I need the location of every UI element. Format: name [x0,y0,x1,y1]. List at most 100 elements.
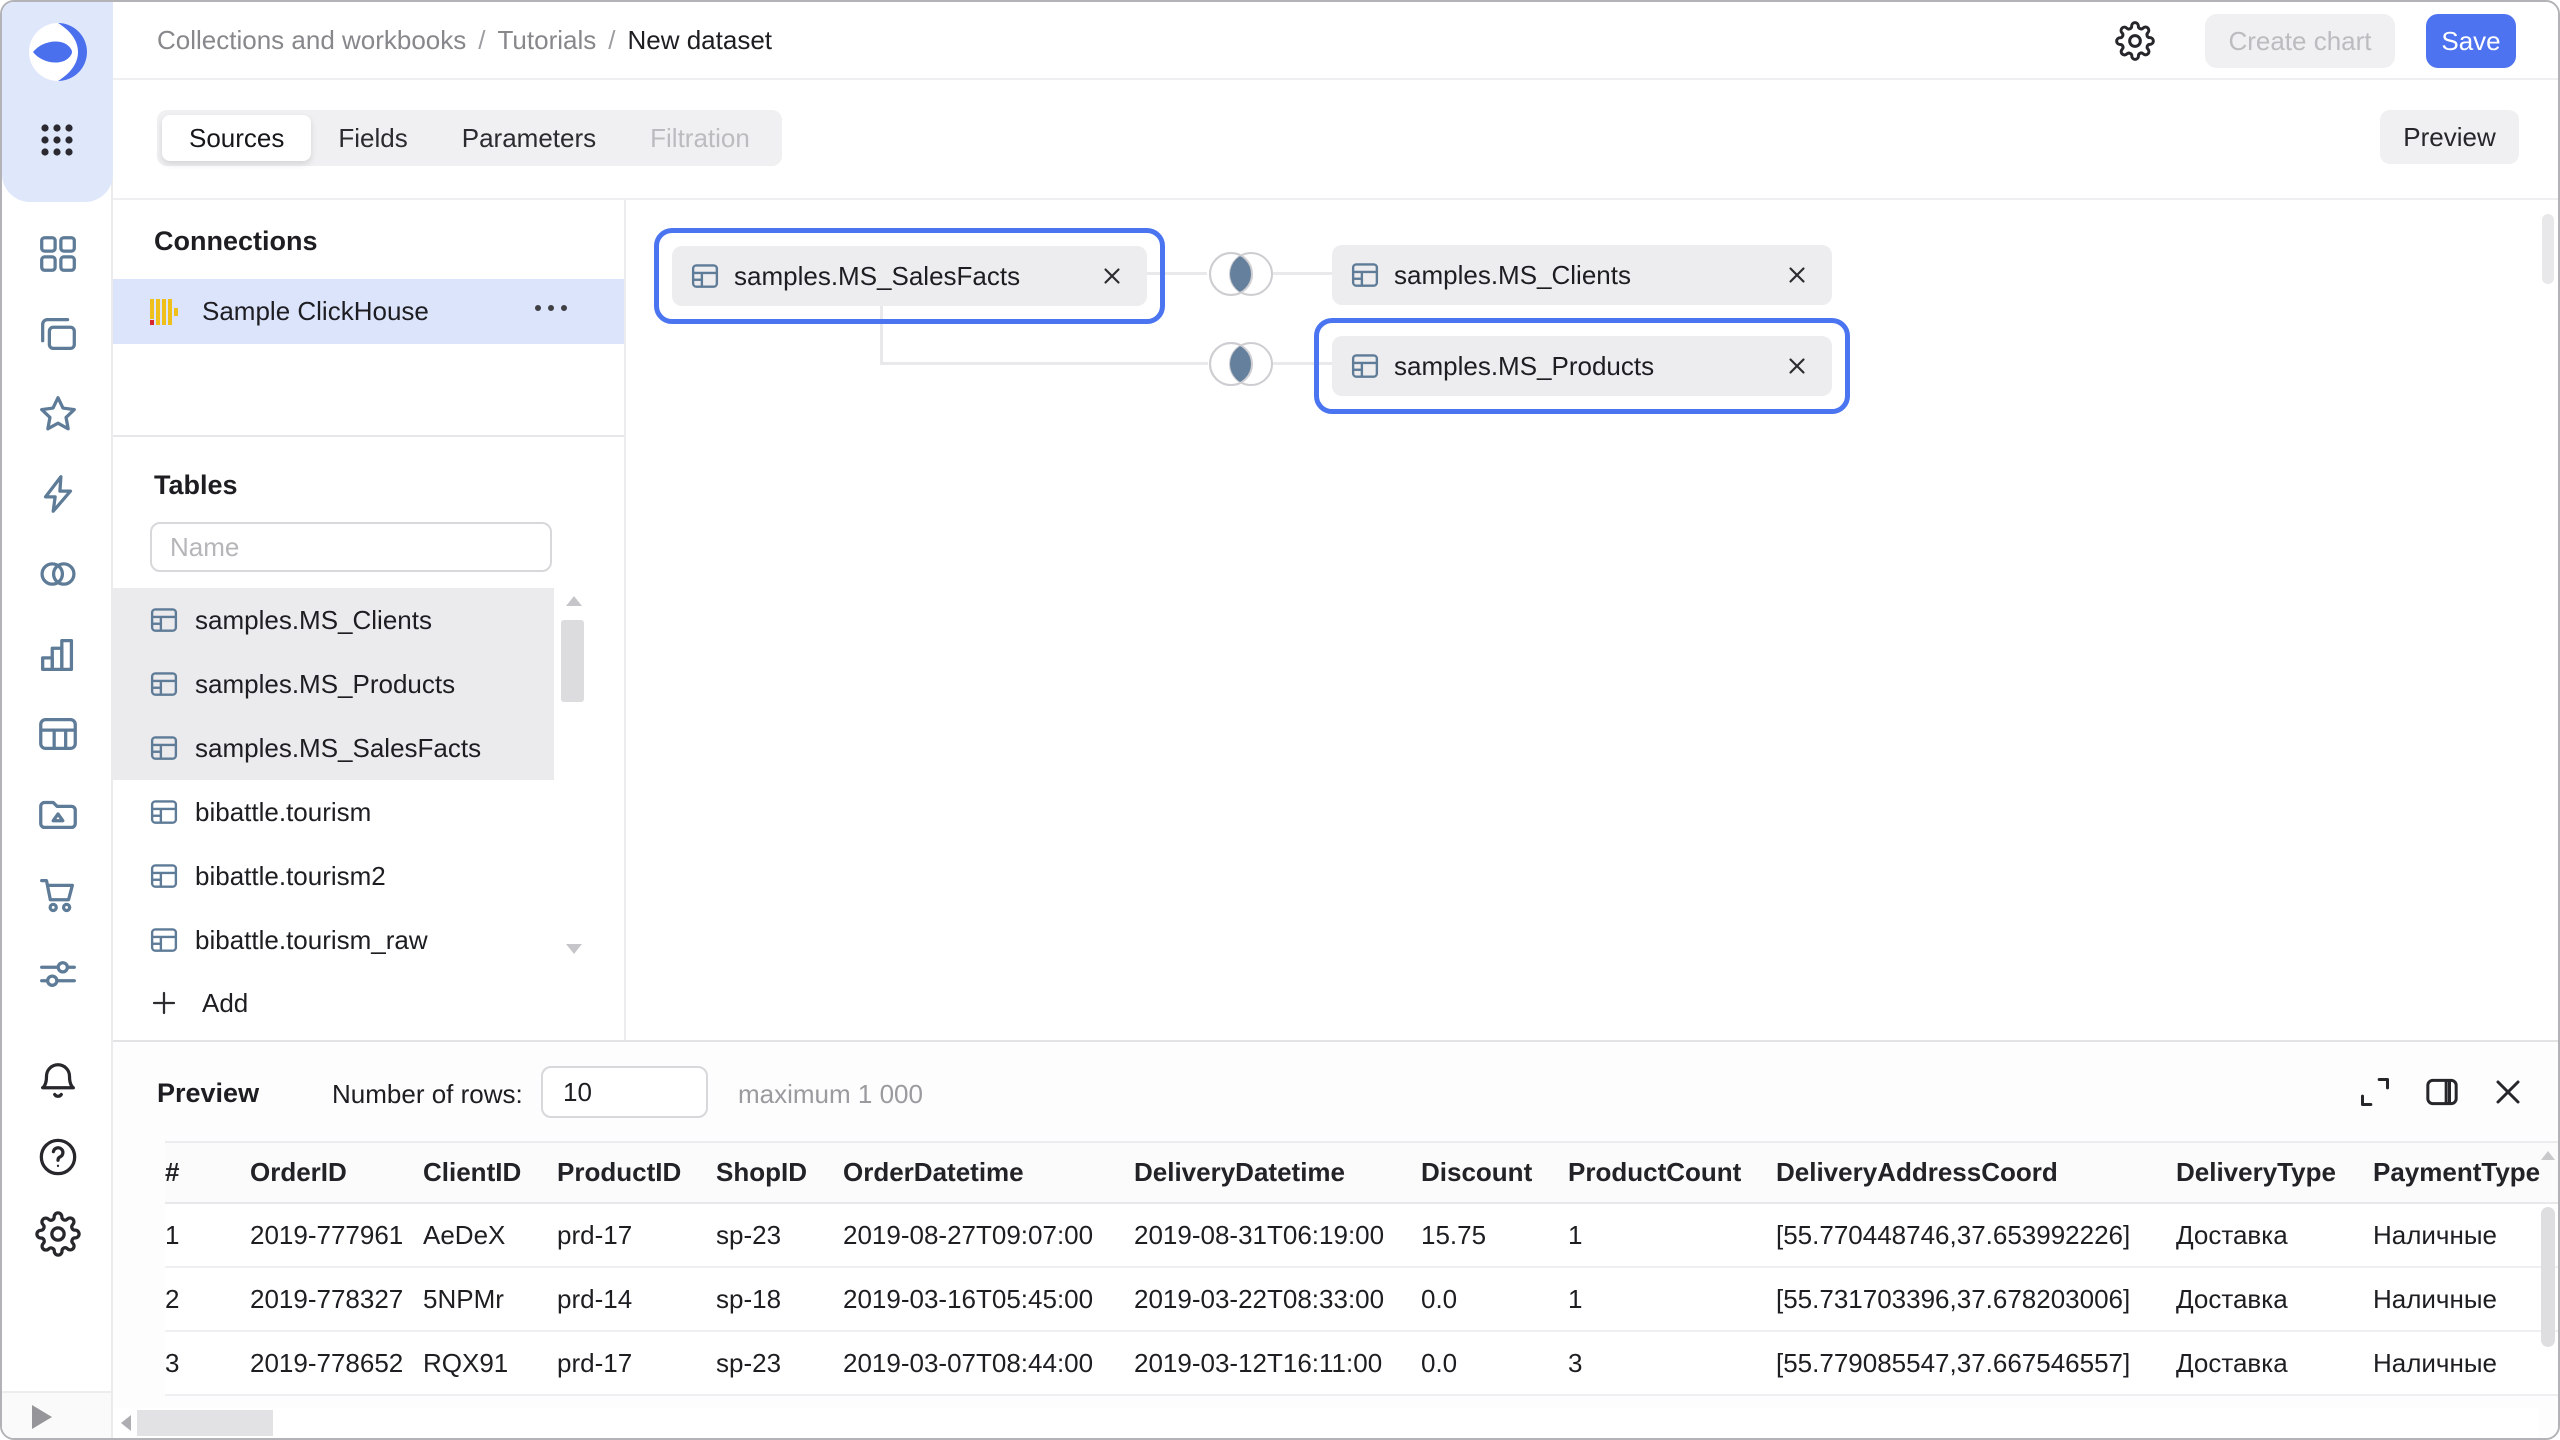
table-cell: 3 [1568,1331,1776,1395]
sidebar-top-section [2,2,113,202]
datalens-logo[interactable] [29,23,87,81]
more-icon[interactable] [535,305,567,311]
scrollbar-thumb[interactable] [561,620,584,702]
split-view-icon[interactable] [2422,1072,2462,1112]
scroll-up-icon[interactable] [566,596,582,606]
column-header: ShopID [716,1142,843,1203]
source-node-salesfacts[interactable]: samples.MS_SalesFacts [672,246,1147,306]
table-search-input[interactable] [150,522,552,572]
table-cell: RQX91 [423,1331,557,1395]
table-icon [690,261,720,291]
sources-content: Connections Sample ClickHouse Tables [113,198,2558,1040]
star-icon[interactable] [35,391,81,437]
table-cell: Наличные [2373,1203,2560,1267]
table-grid-icon [149,925,179,955]
lightning-icon[interactable] [35,471,81,517]
horizontal-scrollbar[interactable] [113,1408,2538,1438]
help-icon[interactable] [35,1134,81,1180]
node-label: samples.MS_Clients [1394,260,1784,291]
tab-fields[interactable]: Fields [311,115,434,161]
preview-title: Preview [157,1078,259,1109]
table-list-item[interactable]: samples.MS_SalesFacts [113,716,554,780]
grid-icon[interactable] [35,231,81,277]
table-list-item[interactable]: samples.MS_Clients [113,588,554,652]
rows-count-input[interactable] [541,1066,708,1118]
table-list-item[interactable]: bibattle.tourism_raw [113,908,554,972]
table-cell: 1 [1568,1267,1776,1331]
table-list-item[interactable]: bibattle.tourism2 [113,844,554,908]
rows-max-hint: maximum 1 000 [738,1079,923,1110]
table-cell: sp-18 [716,1267,843,1331]
sources-left-panel: Connections Sample ClickHouse Tables [113,200,626,1040]
scroll-left-icon[interactable] [121,1415,131,1431]
table-grid-icon [149,861,179,891]
add-table-button[interactable]: Add [113,972,554,1034]
table-name: bibattle.tourism_raw [195,925,428,956]
bar-chart-icon[interactable] [35,631,81,677]
breadcrumb-separator: / [608,25,615,56]
table-cell: Наличные [2373,1331,2560,1395]
gear-icon[interactable] [2115,21,2155,61]
source-node-clients[interactable]: samples.MS_Clients [1332,245,1832,305]
create-chart-button[interactable]: Create chart [2205,14,2395,68]
folder-image-icon[interactable] [35,791,81,837]
breadcrumb: Collections and workbooks / Tutorials / … [157,2,772,78]
expand-icon[interactable] [2355,1072,2395,1112]
table-cell: 2019-08-27T09:07:00 [843,1203,1134,1267]
table-cell: [55.770448746,37.653992226] [1776,1203,2176,1267]
table-cell: Доставка [2176,1267,2373,1331]
vertical-scrollbar[interactable] [2538,1141,2558,1438]
close-icon[interactable] [1784,262,1810,288]
canvas-scrollbar-thumb[interactable] [2542,214,2554,284]
scrollbar-thumb[interactable] [2541,1207,2555,1347]
preview-toggle-button[interactable]: Preview [2380,110,2519,164]
table-grid-icon[interactable] [35,711,81,757]
gear-icon[interactable] [35,1211,81,1257]
tab-sources[interactable]: Sources [162,115,311,161]
tab-filtration: Filtration [623,115,777,161]
save-button[interactable]: Save [2426,14,2516,68]
circles-icon[interactable] [35,551,81,597]
connection-item[interactable]: Sample ClickHouse [113,279,624,344]
table-cell: 5NPMr [423,1267,557,1331]
node-label: samples.MS_Products [1394,351,1784,382]
scrollbar-thumb[interactable] [137,1410,273,1436]
table-cell: AeDeX [423,1203,557,1267]
sliders-icon[interactable] [35,951,81,997]
play-icon[interactable] [32,1405,52,1429]
preview-panel: Preview Number of rows: maximum 1 000 [113,1040,2558,1438]
source-node-products[interactable]: samples.MS_Products [1332,336,1832,396]
table-grid-icon [149,733,179,763]
table-grid-icon [149,605,179,635]
table-row: 22019-7783275NPMrprd-14sp-182019-03-16T0… [165,1267,2560,1331]
cart-icon[interactable] [35,871,81,917]
table-cell: 2019-777961 [250,1203,423,1267]
column-header: DeliveryAddressCoord [1776,1142,2176,1203]
table-cell: 2019-778652 [250,1331,423,1395]
breadcrumb-collections[interactable]: Collections and workbooks [157,25,466,56]
apps-grid-icon[interactable] [39,122,75,158]
table-name: samples.MS_Clients [195,605,432,636]
inner-join-icon[interactable] [1205,340,1277,388]
table-name: samples.MS_Products [195,669,455,700]
bell-icon[interactable] [35,1059,81,1105]
scroll-down-icon[interactable] [566,944,582,954]
table-cell: [55.731703396,37.678203006] [1776,1267,2176,1331]
folders-icon[interactable] [35,311,81,357]
clickhouse-icon [149,297,179,327]
close-icon[interactable] [1099,263,1125,289]
scroll-up-icon[interactable] [2541,1151,2555,1160]
breadcrumb-tutorials[interactable]: Tutorials [498,25,597,56]
breadcrumb-separator: / [478,25,485,56]
table-list-item[interactable]: samples.MS_Products [113,652,554,716]
tab-parameters[interactable]: Parameters [435,115,623,161]
column-header: OrderDatetime [843,1142,1134,1203]
table-name: bibattle.tourism [195,797,371,828]
table-cell: 3 [165,1331,250,1395]
close-icon[interactable] [2488,1072,2528,1112]
table-list-item[interactable]: bibattle.tourism [113,780,554,844]
close-icon[interactable] [1784,353,1810,379]
inner-join-icon[interactable] [1205,250,1277,298]
join-line [1271,272,1332,275]
table-cell: 2019-08-31T06:19:00 [1134,1203,1421,1267]
